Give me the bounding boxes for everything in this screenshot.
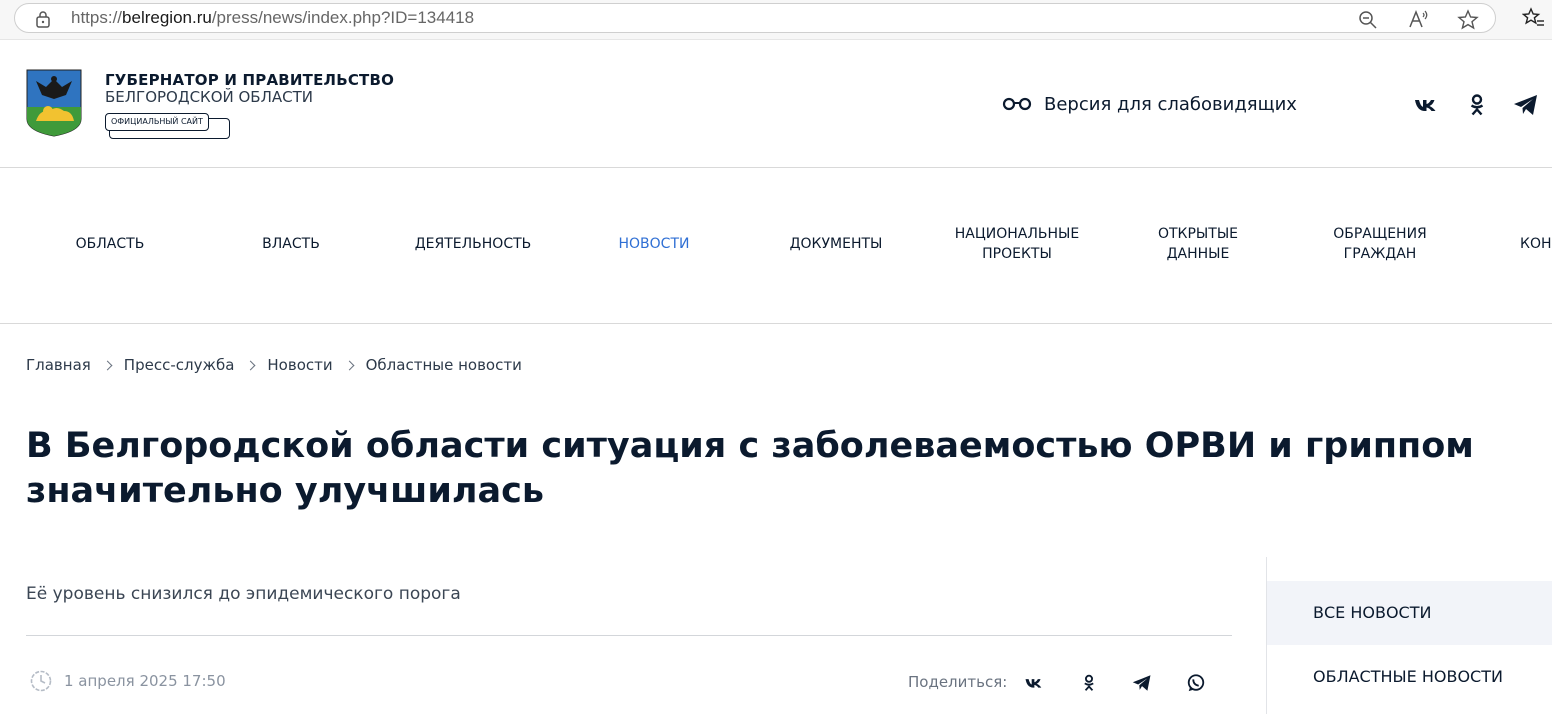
zoom-icon[interactable] bbox=[1357, 9, 1379, 31]
news-sidebar: ВСЕ НОВОСТИ ОБЛАСТНЫЕ НОВОСТИ bbox=[1266, 557, 1552, 714]
main-navigation: ОБЛАСТЬ ВЛАСТЬ ДЕЯТЕЛЬНОСТЬ НОВОСТИ ДОКУ… bbox=[0, 168, 1552, 324]
clock-icon bbox=[30, 670, 52, 692]
favorites-icon[interactable] bbox=[1522, 7, 1544, 29]
share-odnoklassniki-icon[interactable] bbox=[1079, 673, 1099, 693]
url-prefix: https:// bbox=[71, 8, 123, 27]
site-title: ГУБЕРНАТОР И ПРАВИТЕЛЬСТВО bbox=[105, 71, 395, 89]
article-title: В Белгородской области ситуация с заболе… bbox=[26, 426, 1474, 511]
share-label: Поделиться: bbox=[908, 673, 1008, 691]
site-subtitle: БЕЛГОРОДСКОЙ ОБЛАСТИ bbox=[105, 88, 313, 106]
nav-item-national-projects[interactable]: НАЦИОНАЛЬНЫЕ ПРОЕКТЫ bbox=[927, 224, 1107, 264]
address-bar[interactable]: https://belregion.ru/press/news/index.ph… bbox=[14, 3, 1496, 33]
share-telegram-icon[interactable] bbox=[1132, 673, 1152, 693]
nav-item-contacts[interactable]: КОН bbox=[1520, 234, 1552, 254]
breadcrumb-press[interactable]: Пресс-служба bbox=[124, 356, 235, 374]
odnoklassniki-icon[interactable] bbox=[1464, 94, 1490, 116]
article-lead: Её уровень снизился до эпидемического по… bbox=[26, 584, 461, 604]
chevron-right-icon bbox=[102, 360, 113, 370]
vk-icon[interactable] bbox=[1413, 94, 1439, 116]
nav-item-vlast[interactable]: ВЛАСТЬ bbox=[201, 234, 381, 254]
url-text[interactable]: https://belregion.ru/press/news/index.ph… bbox=[71, 8, 474, 28]
sidebar-item-all-news[interactable]: ВСЕ НОВОСТИ bbox=[1267, 581, 1552, 645]
read-aloud-icon[interactable] bbox=[1407, 9, 1429, 31]
favorite-star-icon[interactable] bbox=[1457, 9, 1479, 31]
sidebar-item-regional-news[interactable]: ОБЛАСТНЫЕ НОВОСТИ bbox=[1267, 645, 1552, 709]
low-vision-link[interactable]: Версия для слабовидящих bbox=[1002, 91, 1297, 117]
share-whatsapp-icon[interactable] bbox=[1186, 673, 1206, 693]
share-vk-icon[interactable] bbox=[1024, 673, 1044, 693]
article-date-text: 1 апреля 2025 17:50 bbox=[64, 672, 226, 690]
telegram-icon[interactable] bbox=[1513, 94, 1539, 116]
breadcrumb-news[interactable]: Новости bbox=[267, 356, 332, 374]
site-header: ГУБЕРНАТОР И ПРАВИТЕЛЬСТВО БЕЛГОРОДСКОЙ … bbox=[0, 41, 1552, 168]
url-path: /press/news/index.php?ID=134418 bbox=[211, 8, 475, 27]
nav-item-citizen-appeals[interactable]: ОБРАЩЕНИЯ ГРАЖДАН bbox=[1290, 224, 1470, 264]
lock-icon[interactable] bbox=[35, 10, 51, 28]
nav-item-open-data[interactable]: ОТКРЫТЫЕ ДАННЫЕ bbox=[1108, 224, 1288, 264]
divider bbox=[26, 635, 1232, 636]
low-vision-label: Версия для слабовидящих bbox=[1044, 93, 1297, 115]
chevron-right-icon bbox=[245, 360, 256, 370]
nav-item-deyatelnost[interactable]: ДЕЯТЕЛЬНОСТЬ bbox=[383, 234, 563, 254]
breadcrumb-home[interactable]: Главная bbox=[26, 356, 91, 374]
breadcrumb: Главная Пресс-служба Новости Областные н… bbox=[26, 356, 522, 374]
browser-toolbar: https://belregion.ru/press/news/index.ph… bbox=[0, 0, 1552, 40]
official-site-badge: ОФИЦИАЛЬНЫЙ САЙТ bbox=[105, 113, 209, 131]
coat-of-arms-logo[interactable] bbox=[26, 69, 82, 137]
nav-item-novosti[interactable]: НОВОСТИ bbox=[564, 234, 744, 254]
nav-item-dokumenty[interactable]: ДОКУМЕНТЫ bbox=[746, 234, 926, 254]
breadcrumb-regional-news[interactable]: Областные новости bbox=[366, 356, 522, 374]
glasses-icon bbox=[1002, 97, 1032, 111]
url-domain: belregion.ru bbox=[122, 8, 212, 27]
article-date: 1 апреля 2025 17:50 bbox=[30, 670, 226, 692]
chevron-right-icon bbox=[344, 360, 355, 370]
nav-item-oblast[interactable]: ОБЛАСТЬ bbox=[20, 234, 200, 254]
